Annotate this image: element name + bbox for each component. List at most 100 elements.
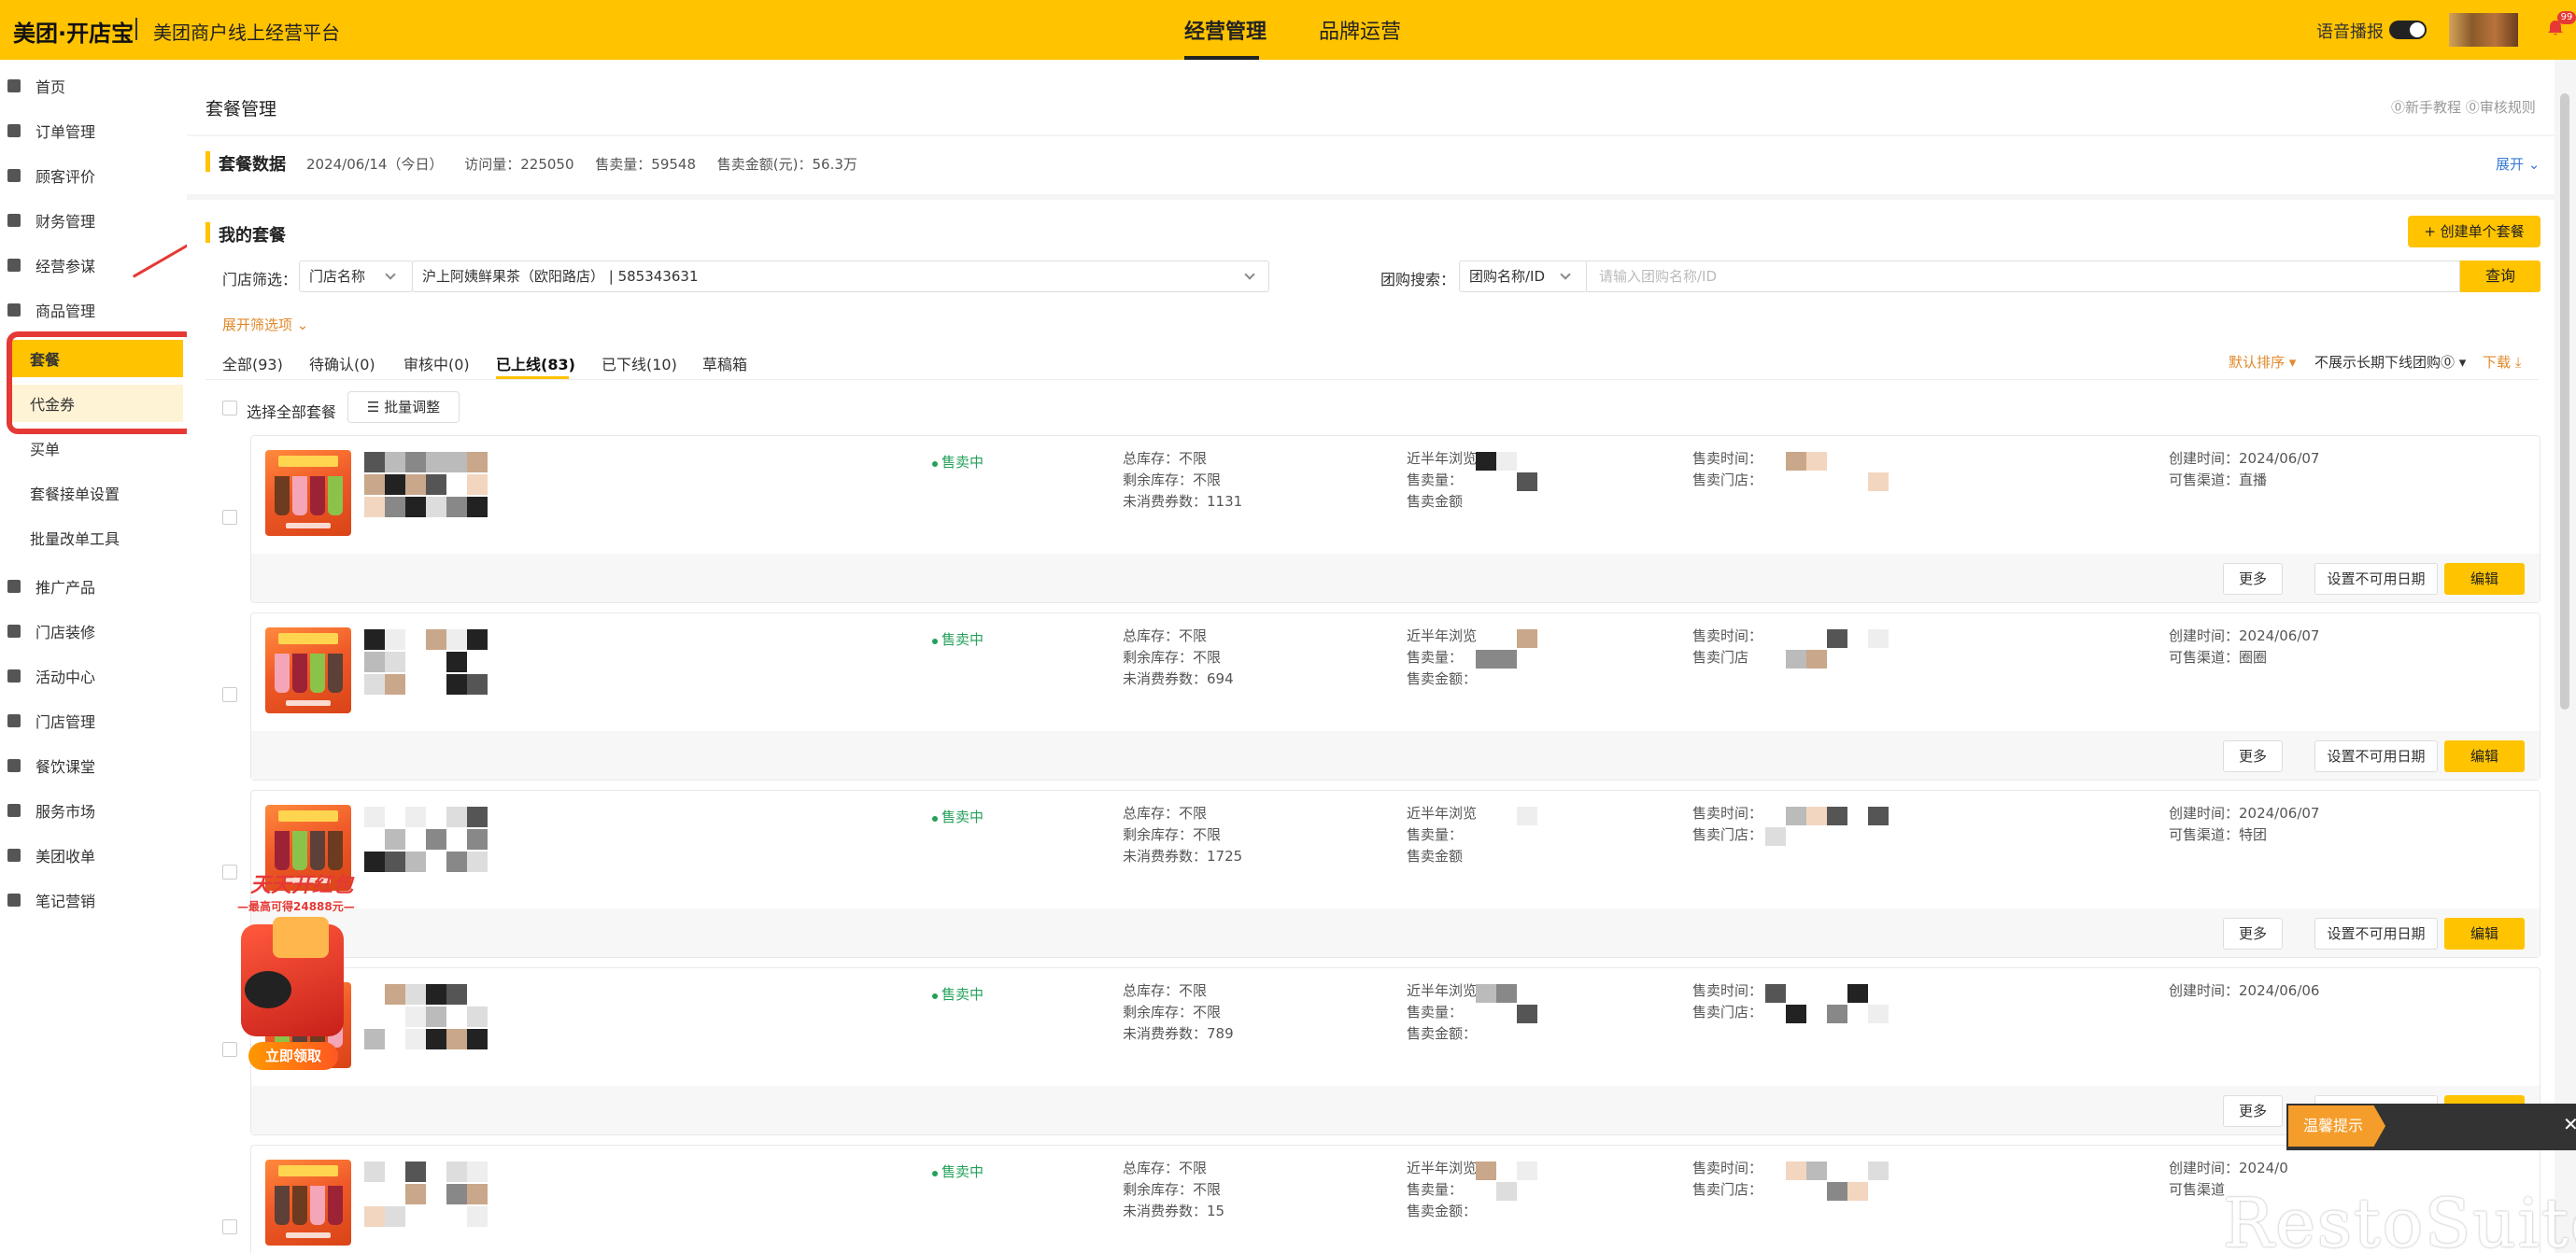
sidebar-item-home[interactable]: 首页 — [0, 67, 187, 105]
sidebar-item-store-management[interactable]: 门店管理 — [0, 702, 187, 739]
censored-block — [405, 1161, 426, 1182]
select-all-checkbox[interactable] — [222, 401, 237, 415]
time-info-line: 售卖时间： — [1692, 1160, 1763, 1176]
store-type-select[interactable]: 门店名称 — [299, 260, 413, 292]
drink-cup-icon — [310, 654, 325, 693]
stats-expand-link[interactable]: 展开 ⌄ — [2496, 154, 2540, 174]
red-packet-promo[interactable]: 天天开红包 —最高可得24888元— 立即领取 — [217, 868, 374, 1072]
censored-block — [426, 452, 446, 472]
sidebar-item-orders[interactable]: 订单管理 — [0, 112, 187, 149]
row-checkbox[interactable] — [222, 1219, 237, 1234]
stock-info-line: 未消费券数：694 — [1123, 670, 1234, 687]
censored-block — [467, 1206, 488, 1227]
tab-brand-operation[interactable]: 品牌运营 — [1319, 15, 1401, 45]
drink-cup-icon — [275, 654, 290, 693]
package-thumbnail — [265, 450, 351, 536]
censored-block — [364, 674, 385, 695]
promo-claim-button[interactable]: 立即领取 — [248, 1042, 338, 1070]
row-checkbox[interactable] — [222, 687, 237, 702]
more-button[interactable]: 更多 — [2223, 563, 2283, 595]
set-unavailable-date-button[interactable]: 设置不可用日期 — [2314, 918, 2438, 950]
row-checkbox[interactable] — [222, 510, 237, 525]
sidebar-item-activity[interactable]: 活动中心 — [0, 657, 187, 695]
help-links[interactable]: ⓪新手教程 ⓪审核规则 — [2391, 97, 2536, 117]
tab-reviewing[interactable]: 审核中(0) — [403, 352, 470, 374]
sidebar-item-promotion[interactable]: 推广产品 — [0, 568, 187, 605]
thumbnail-logo — [286, 1232, 331, 1238]
voice-broadcast-label: 语音播报 — [2316, 22, 2384, 42]
tab-offline[interactable]: 已下线(10) — [602, 352, 677, 374]
censored-block — [405, 474, 426, 495]
edit-button[interactable]: 编辑 — [2444, 740, 2525, 772]
create-package-button[interactable]: + 创建单个套餐 — [2408, 216, 2541, 247]
censored-block — [405, 1007, 426, 1027]
sales-info-line: 售卖量： — [1407, 826, 1464, 843]
tip-tag: 温馨提示 — [2288, 1105, 2385, 1147]
home-icon — [7, 79, 21, 92]
brand-divider — [135, 18, 137, 40]
tab-pending[interactable]: 待确认(0) — [309, 352, 375, 374]
sidebar-item-business-advisor[interactable]: 经营参谋 — [0, 246, 187, 284]
promo-title: 天天开红包 — [250, 874, 354, 897]
censored-block — [405, 807, 426, 827]
scrollbar[interactable] — [2560, 93, 2569, 710]
censored-block — [364, 1161, 385, 1182]
tab-operation-management[interactable]: 经营管理 — [1184, 15, 1267, 45]
censored-block — [385, 629, 405, 650]
censored-block — [385, 1206, 405, 1227]
censored-block — [1868, 807, 1889, 825]
sidebar-sub-order-settings[interactable]: 套餐接单设置 — [9, 474, 183, 512]
sidebar-sub-batch-tool[interactable]: 批量改单工具 — [9, 519, 183, 556]
sales-info-line: 近半年浏览 — [1407, 627, 1478, 644]
store-select[interactable]: 沪上阿姨鲜果茶（欧阳路店） | 585343631 — [412, 260, 1269, 292]
stats-title: 套餐数据 — [219, 155, 286, 175]
edit-button[interactable]: 编辑 — [2444, 563, 2525, 595]
sidebar-item-service-market[interactable]: 服务市场 — [0, 792, 187, 829]
finance-icon — [7, 214, 21, 227]
censored-block — [426, 984, 446, 1005]
censored-block — [467, 674, 488, 695]
stock-info-line: 未消费券数：1131 — [1123, 493, 1243, 510]
download-link[interactable]: 下载 ⤓ — [2483, 352, 2521, 372]
more-button[interactable]: 更多 — [2223, 1095, 2283, 1127]
sidebar-item-finance[interactable]: 财务管理 — [0, 202, 187, 239]
query-button[interactable]: 查询 — [2460, 260, 2541, 292]
more-button[interactable]: 更多 — [2223, 918, 2283, 950]
censored-block — [364, 1206, 385, 1227]
tab-all[interactable]: 全部(93) — [222, 352, 283, 374]
edit-button[interactable]: 编辑 — [2444, 918, 2525, 950]
sidebar-item-products[interactable]: 商品管理 — [0, 291, 187, 329]
sidebar-item-reviews[interactable]: 顾客评价 — [0, 157, 187, 194]
censored-block — [385, 984, 405, 1005]
censored-block — [426, 1029, 446, 1049]
batch-adjust-button[interactable]: ☰ 批量调整 — [347, 391, 460, 423]
avatar[interactable] — [2449, 13, 2518, 47]
market-icon — [7, 804, 21, 817]
more-button[interactable]: 更多 — [2223, 740, 2283, 772]
sort-dropdown[interactable]: 默认排序 ▾ — [2229, 352, 2296, 372]
tab-online[interactable]: 已上线(83) — [496, 352, 575, 374]
drink-cup-icon — [292, 654, 307, 693]
censored-block — [467, 1184, 488, 1204]
sidebar-sub-pay-bill[interactable]: 买单 — [9, 429, 183, 467]
sidebar-item-classroom[interactable]: 餐饮课堂 — [0, 747, 187, 784]
drink-cup-icon — [310, 1186, 325, 1225]
censored-block — [405, 984, 426, 1005]
sidebar-item-store-decor[interactable]: 门店装修 — [0, 612, 187, 650]
set-unavailable-date-button[interactable]: 设置不可用日期 — [2314, 740, 2438, 772]
hide-offline-dropdown[interactable]: 不展示长期下线团购⓪ ▾ — [2314, 352, 2466, 372]
censored-block — [446, 1161, 467, 1182]
censored-block — [1786, 1005, 1806, 1023]
sidebar-item-notes-marketing[interactable]: 笔记营销 — [0, 881, 187, 919]
censored-block — [1868, 629, 1889, 648]
store-manage-icon — [7, 714, 21, 727]
tab-drafts[interactable]: 草稿箱 — [702, 352, 747, 374]
brand-logo[interactable]: 美团·开店宝 — [13, 15, 134, 48]
set-unavailable-date-button[interactable]: 设置不可用日期 — [2314, 563, 2438, 595]
time-info-line: 售卖门店 — [1692, 649, 1749, 666]
close-icon[interactable]: ✕ — [2563, 1113, 2576, 1135]
cat-mascot-icon — [245, 971, 291, 1008]
group-search-input[interactable]: 请输入团购名称/ID — [1586, 260, 2460, 292]
sidebar-item-payment[interactable]: 美团收单 — [0, 837, 187, 874]
expand-filters-link[interactable]: 展开筛选项 ⌄ — [222, 315, 308, 334]
